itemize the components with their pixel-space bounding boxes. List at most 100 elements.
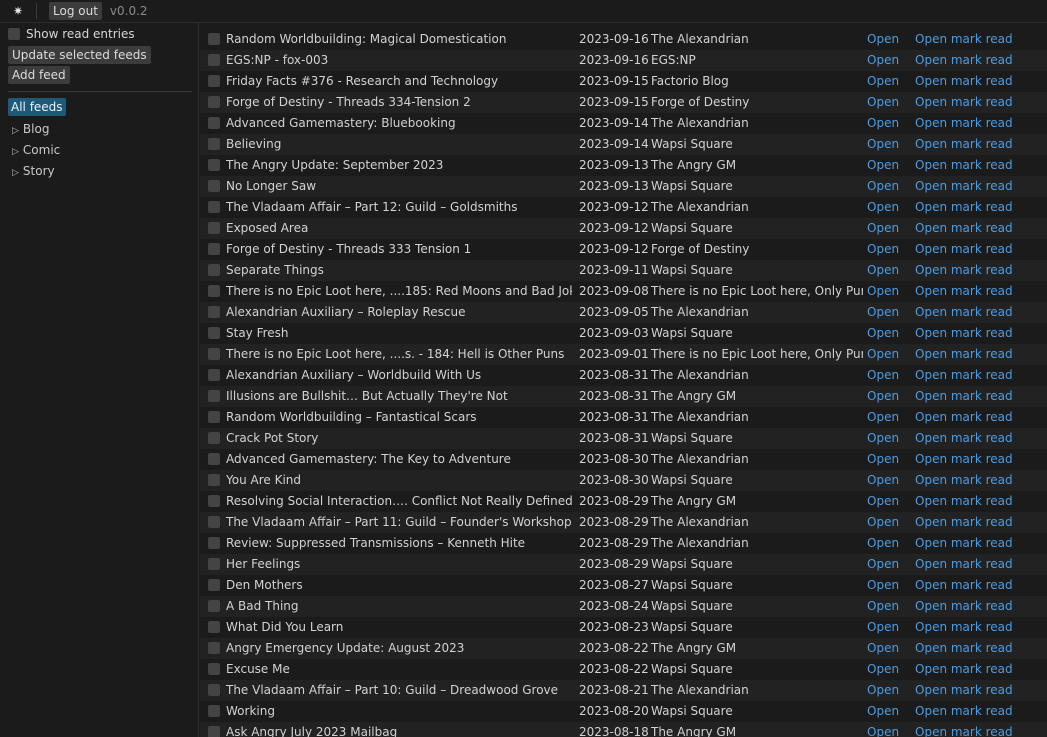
entry-select-checkbox[interactable]	[208, 285, 220, 297]
open-link[interactable]: Open	[867, 239, 899, 260]
entry-select-checkbox[interactable]	[208, 705, 220, 717]
open-mark-read-link[interactable]: Open mark read	[915, 134, 1013, 155]
entry-select-checkbox[interactable]	[208, 264, 220, 276]
entry-select-checkbox[interactable]	[208, 558, 220, 570]
open-link[interactable]: Open	[867, 386, 899, 407]
entry-select-checkbox[interactable]	[208, 579, 220, 591]
entry-select-checkbox[interactable]	[208, 33, 220, 45]
add-feed-button[interactable]: Add feed	[8, 66, 70, 84]
open-mark-read-link[interactable]: Open mark read	[915, 680, 1013, 701]
entry-select-checkbox[interactable]	[208, 663, 220, 675]
entry-select-checkbox[interactable]	[208, 222, 220, 234]
open-link[interactable]: Open	[867, 302, 899, 323]
open-mark-read-link[interactable]: Open mark read	[915, 575, 1013, 596]
open-mark-read-link[interactable]: Open mark read	[915, 29, 1013, 50]
expand-arrow-icon[interactable]: ▷	[12, 126, 19, 136]
open-mark-read-link[interactable]: Open mark read	[915, 386, 1013, 407]
open-link[interactable]: Open	[867, 176, 899, 197]
update-feeds-button[interactable]: Update selected feeds	[8, 46, 151, 64]
open-link[interactable]: Open	[867, 113, 899, 134]
entry-select-checkbox[interactable]	[208, 348, 220, 360]
settings-icon[interactable]: ✷	[0, 4, 36, 18]
open-mark-read-link[interactable]: Open mark read	[915, 554, 1013, 575]
open-mark-read-link[interactable]: Open mark read	[915, 596, 1013, 617]
open-mark-read-link[interactable]: Open mark read	[915, 428, 1013, 449]
open-link[interactable]: Open	[867, 575, 899, 596]
entry-select-checkbox[interactable]	[208, 54, 220, 66]
open-mark-read-link[interactable]: Open mark read	[915, 176, 1013, 197]
logout-button[interactable]: Log out	[49, 2, 102, 20]
open-link[interactable]: Open	[867, 659, 899, 680]
entry-select-checkbox[interactable]	[208, 642, 220, 654]
open-link[interactable]: Open	[867, 596, 899, 617]
open-link[interactable]: Open	[867, 155, 899, 176]
entry-select-checkbox[interactable]	[208, 75, 220, 87]
open-mark-read-link[interactable]: Open mark read	[915, 323, 1013, 344]
entry-select-checkbox[interactable]	[208, 159, 220, 171]
entry-select-checkbox[interactable]	[208, 306, 220, 318]
entry-select-checkbox[interactable]	[208, 684, 220, 696]
open-link[interactable]: Open	[867, 197, 899, 218]
entry-select-checkbox[interactable]	[208, 138, 220, 150]
open-mark-read-link[interactable]: Open mark read	[915, 92, 1013, 113]
open-mark-read-link[interactable]: Open mark read	[915, 260, 1013, 281]
entry-select-checkbox[interactable]	[208, 117, 220, 129]
open-link[interactable]: Open	[867, 701, 899, 722]
entry-select-checkbox[interactable]	[208, 474, 220, 486]
open-link[interactable]: Open	[867, 554, 899, 575]
entry-select-checkbox[interactable]	[208, 516, 220, 528]
entry-select-checkbox[interactable]	[208, 327, 220, 339]
sidebar-item-all-feeds[interactable]: All feeds	[8, 98, 66, 116]
open-link[interactable]: Open	[867, 470, 899, 491]
open-mark-read-link[interactable]: Open mark read	[915, 701, 1013, 722]
entry-select-checkbox[interactable]	[208, 390, 220, 402]
open-link[interactable]: Open	[867, 71, 899, 92]
open-mark-read-link[interactable]: Open mark read	[915, 638, 1013, 659]
open-mark-read-link[interactable]: Open mark read	[915, 218, 1013, 239]
open-link[interactable]: Open	[867, 134, 899, 155]
open-mark-read-link[interactable]: Open mark read	[915, 491, 1013, 512]
open-link[interactable]: Open	[867, 407, 899, 428]
open-mark-read-link[interactable]: Open mark read	[915, 449, 1013, 470]
open-mark-read-link[interactable]: Open mark read	[915, 407, 1013, 428]
open-link[interactable]: Open	[867, 428, 899, 449]
open-mark-read-link[interactable]: Open mark read	[915, 470, 1013, 491]
open-mark-read-link[interactable]: Open mark read	[915, 155, 1013, 176]
entry-select-checkbox[interactable]	[208, 453, 220, 465]
open-mark-read-link[interactable]: Open mark read	[915, 302, 1013, 323]
open-link[interactable]: Open	[867, 281, 899, 302]
sidebar-item-story[interactable]: ▷ Story	[0, 161, 198, 182]
open-link[interactable]: Open	[867, 29, 899, 50]
open-link[interactable]: Open	[867, 50, 899, 71]
open-link[interactable]: Open	[867, 323, 899, 344]
expand-arrow-icon[interactable]: ▷	[12, 168, 19, 178]
open-mark-read-link[interactable]: Open mark read	[915, 71, 1013, 92]
open-mark-read-link[interactable]: Open mark read	[915, 50, 1013, 71]
open-link[interactable]: Open	[867, 365, 899, 386]
expand-arrow-icon[interactable]: ▷	[12, 147, 19, 157]
entry-select-checkbox[interactable]	[208, 495, 220, 507]
open-link[interactable]: Open	[867, 92, 899, 113]
open-mark-read-link[interactable]: Open mark read	[915, 344, 1013, 365]
sidebar-item-blog[interactable]: ▷ Blog	[0, 119, 198, 140]
entry-select-checkbox[interactable]	[208, 537, 220, 549]
open-mark-read-link[interactable]: Open mark read	[915, 365, 1013, 386]
entry-select-checkbox[interactable]	[208, 726, 220, 737]
open-link[interactable]: Open	[867, 617, 899, 638]
open-mark-read-link[interactable]: Open mark read	[915, 659, 1013, 680]
open-mark-read-link[interactable]: Open mark read	[915, 239, 1013, 260]
open-mark-read-link[interactable]: Open mark read	[915, 113, 1013, 134]
entry-select-checkbox[interactable]	[208, 411, 220, 423]
open-link[interactable]: Open	[867, 344, 899, 365]
entry-select-checkbox[interactable]	[208, 600, 220, 612]
open-mark-read-link[interactable]: Open mark read	[915, 281, 1013, 302]
entry-select-checkbox[interactable]	[208, 96, 220, 108]
entry-select-checkbox[interactable]	[208, 243, 220, 255]
entry-select-checkbox[interactable]	[208, 180, 220, 192]
open-mark-read-link[interactable]: Open mark read	[915, 512, 1013, 533]
entry-select-checkbox[interactable]	[208, 621, 220, 633]
show-read-toggle[interactable]: Show read entries	[0, 24, 198, 44]
open-link[interactable]: Open	[867, 722, 899, 737]
entry-select-checkbox[interactable]	[208, 369, 220, 381]
open-link[interactable]: Open	[867, 449, 899, 470]
